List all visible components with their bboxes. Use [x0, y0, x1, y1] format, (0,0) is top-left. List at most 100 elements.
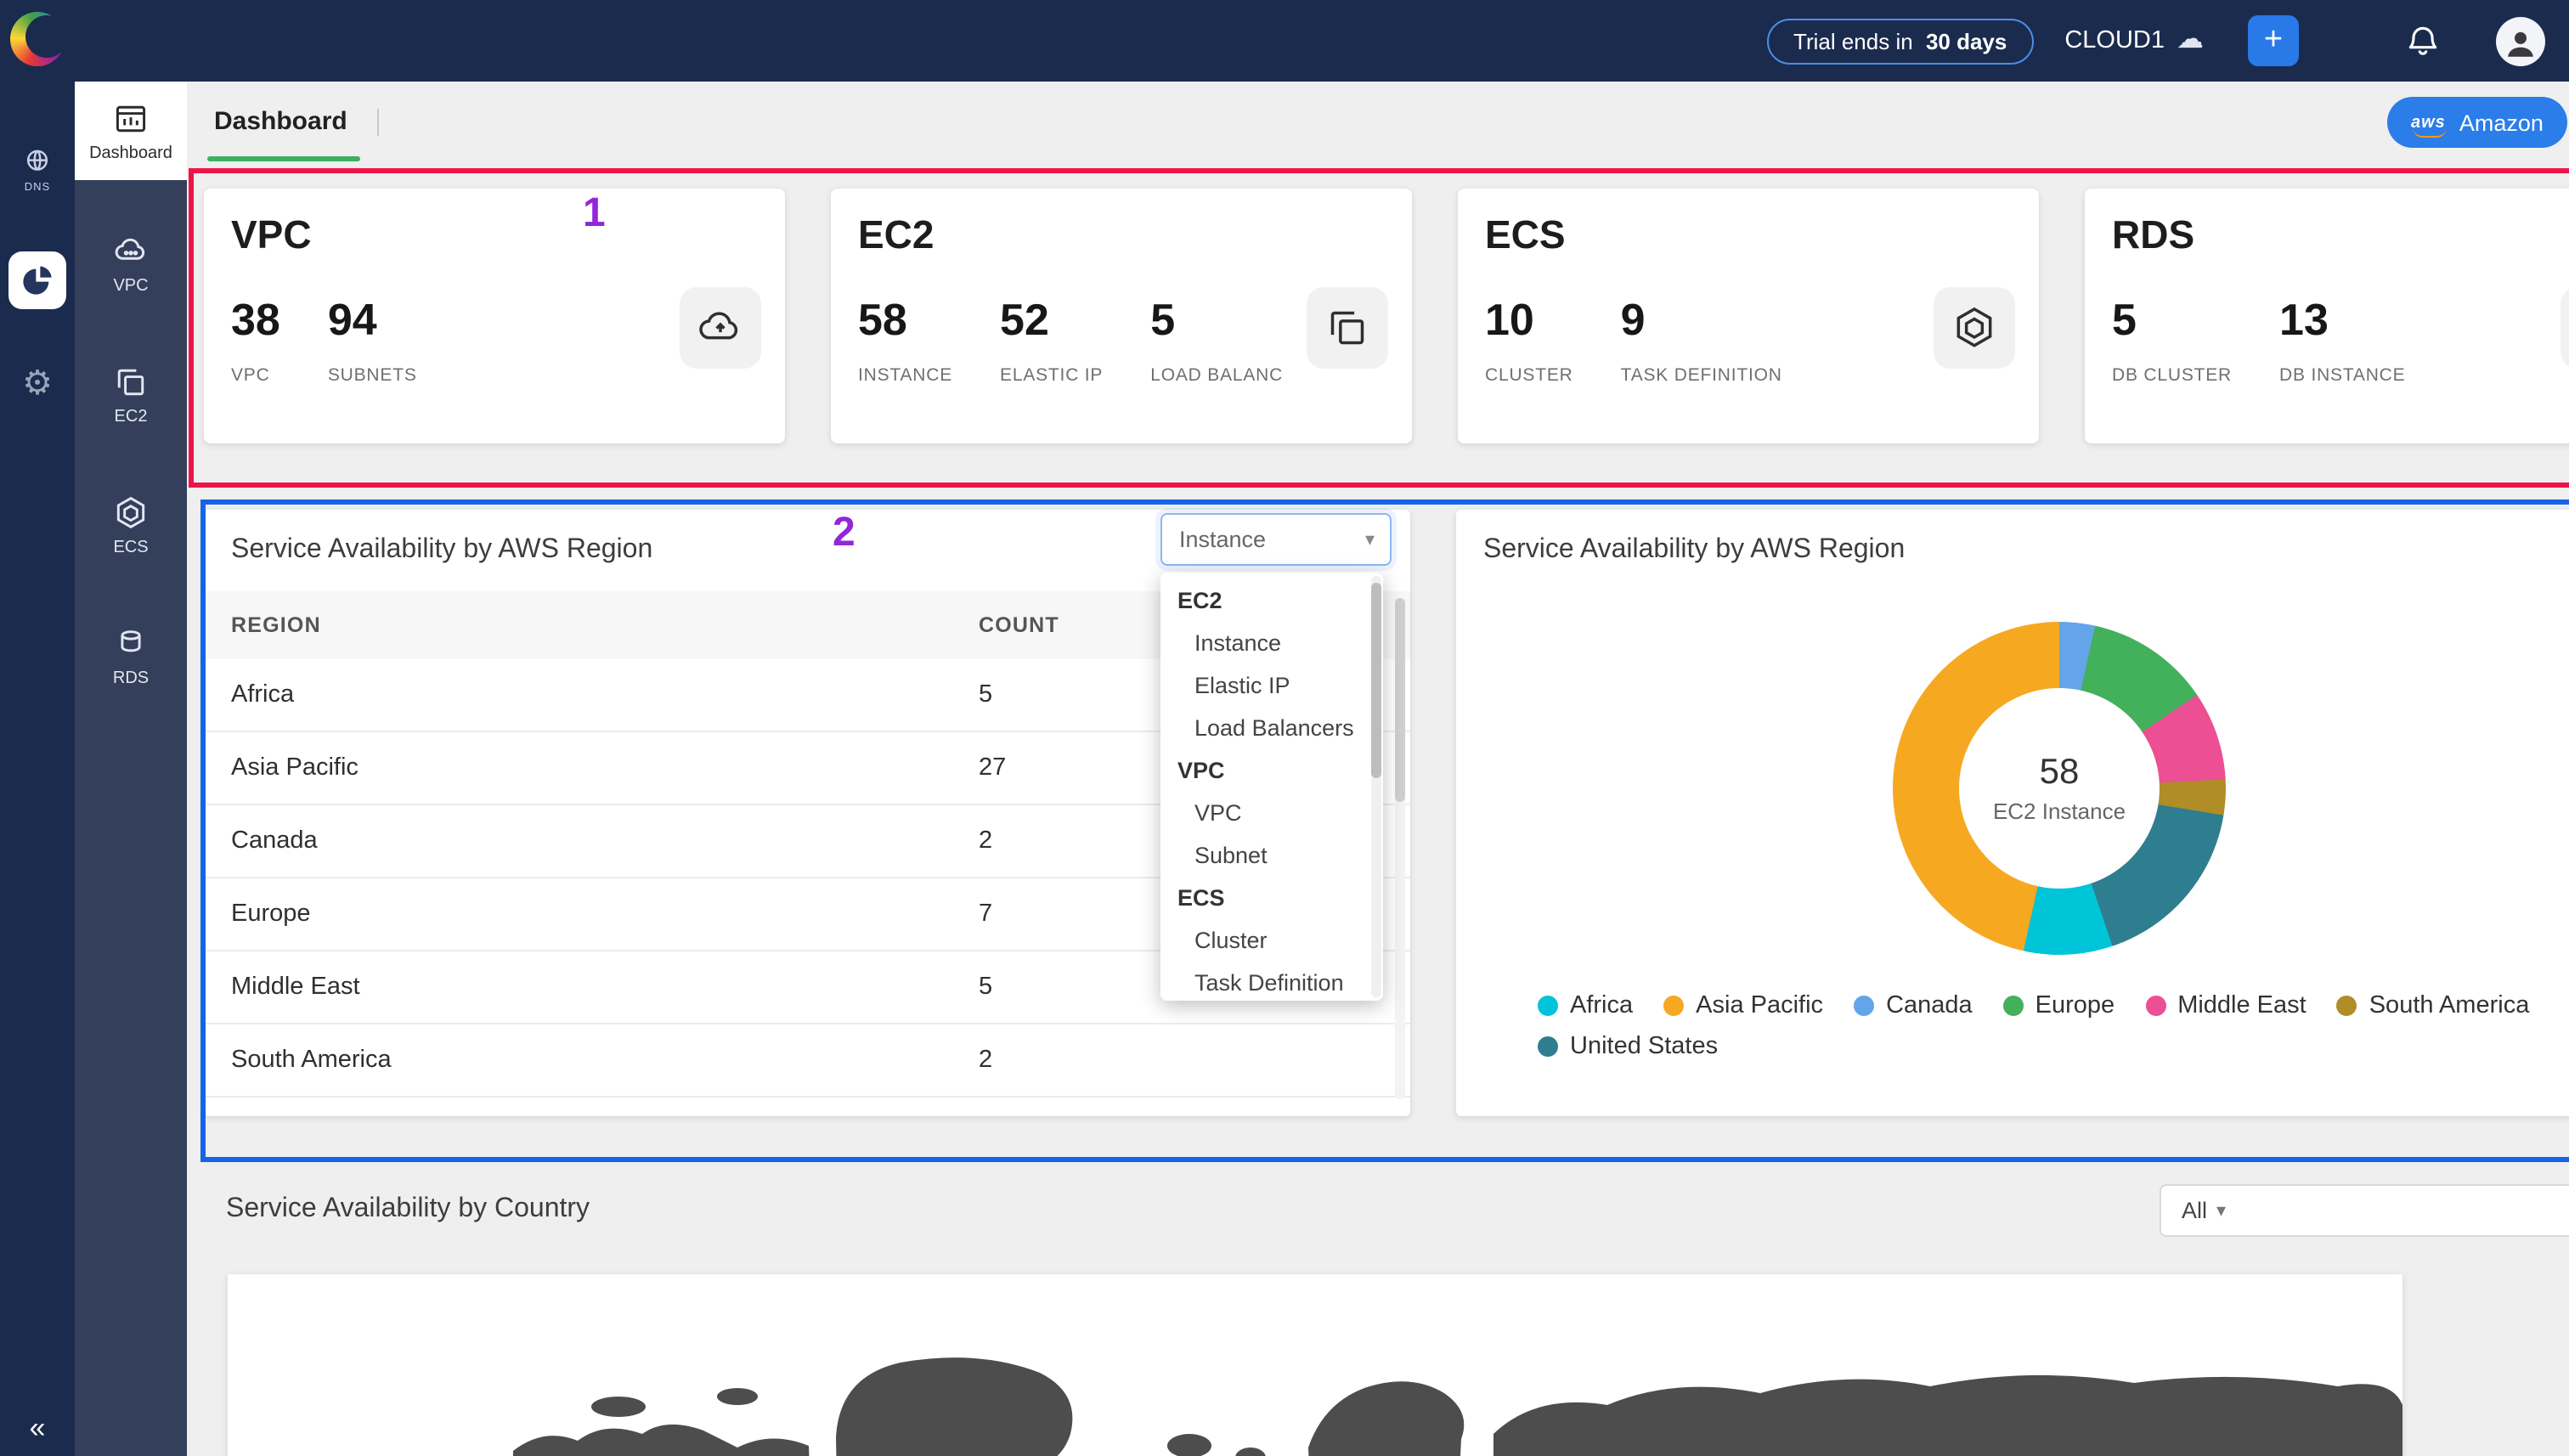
stat-card-ec2[interactable]: EC258INSTANCE52ELASTIC IP5LOAD BALANC	[831, 189, 1412, 443]
user-avatar[interactable]	[2496, 16, 2545, 65]
tab-dashboard[interactable]: Dashboard	[214, 82, 347, 163]
legend-dot	[2003, 996, 2024, 1016]
stat-value: 10	[1485, 294, 1573, 347]
legend-label: United States	[1570, 1033, 1718, 1060]
app-logo-icon[interactable]	[10, 12, 65, 66]
ecs-icon	[112, 494, 150, 532]
dropdown-group-label: EC2	[1160, 579, 1383, 622]
dns-nav-item[interactable]: DNS	[0, 146, 75, 194]
dropdown-group-label: VPC	[1160, 749, 1383, 792]
stat-card-ecs[interactable]: ECS10CLUSTER9TASK DEFINITION	[1458, 189, 2039, 443]
chip-icon	[1307, 287, 1388, 369]
dropdown-option[interactable]: VPC	[1160, 792, 1383, 834]
stat-card-vpc[interactable]: VPC38VPC94SUBNETS	[204, 189, 785, 443]
stat-value: 52	[1000, 294, 1103, 347]
service-type-select[interactable]: Instance ▾	[1160, 513, 1392, 566]
sidebar-item-dashboard[interactable]: Dashboard	[75, 82, 187, 180]
table-scrollbar-thumb[interactable]	[1395, 598, 1405, 802]
stat: 94 SUBNETS	[328, 294, 417, 386]
dropdown-option[interactable]: Subnet	[1160, 834, 1383, 877]
legend-label: Middle East	[2177, 992, 2306, 1019]
chevron-down-icon: ▾	[1365, 528, 1390, 550]
dashboard-icon	[112, 99, 150, 137]
stat-label: DB INSTANCE	[2279, 365, 2405, 386]
donut-chart: 58 EC2 Instance	[1893, 622, 2226, 955]
settings-gear-icon[interactable]: ⚙	[0, 362, 75, 403]
org-selector[interactable]: CLOUD1 ☁	[2064, 27, 2204, 54]
sidebar-item-vpc[interactable]: VPC	[75, 217, 187, 311]
service-type-value: Instance	[1162, 527, 1365, 552]
trial-days: 30 days	[1926, 28, 2007, 54]
stat: 5 DB CLUSTER	[2112, 294, 2232, 386]
legend-item: Canada	[1854, 992, 1973, 1019]
count-cell: 5	[979, 973, 992, 1001]
dropdown-group-label: ECS	[1160, 877, 1383, 919]
add-button[interactable]: +	[2248, 15, 2299, 66]
legend-dot	[2145, 996, 2165, 1016]
stat: 5 LOAD BALANC	[1150, 294, 1283, 386]
collapse-sidebar-button[interactable]: «	[0, 1412, 75, 1446]
stat-row: 58INSTANCE52ELASTIC IP5LOAD BALANC	[858, 294, 1283, 386]
provider-label: Amazon	[2459, 110, 2544, 135]
stat-cards-row: VPC38VPC94SUBNETSEC258INSTANCE52ELASTIC …	[204, 189, 2569, 443]
stat-row: 5DB CLUSTER13DB INSTANCE	[2112, 294, 2405, 386]
analytics-nav-item-active[interactable]	[8, 251, 66, 309]
donut-center-label: EC2 Instance	[1993, 799, 2126, 824]
region-cell: Europe	[204, 900, 979, 928]
sidebar-item-ec2[interactable]: EC2	[75, 348, 187, 442]
service-type-menu: EC2InstanceElastic IPLoad BalancersVPCVP…	[1160, 573, 1383, 1001]
count-cell: 5	[979, 681, 992, 708]
sidebar-item-label: RDS	[113, 669, 149, 688]
legend-label: Africa	[1570, 992, 1633, 1019]
legend-label: Europe	[2035, 992, 2115, 1019]
stat-row: 38VPC94SUBNETS	[231, 294, 417, 386]
table-row: South America2	[204, 1024, 1410, 1098]
dns-globe-icon	[20, 146, 54, 180]
sidebar-item-label: ECS	[113, 539, 148, 557]
notifications-bell-icon[interactable]	[2404, 22, 2442, 59]
stat-label: SUBNETS	[328, 365, 417, 386]
count-cell: 27	[979, 754, 1006, 782]
country-filter-select[interactable]: All ▾	[2160, 1184, 2569, 1237]
sidebar-item-ecs[interactable]: ECS	[75, 479, 187, 573]
sidebar-item-label: Dashboard	[89, 144, 172, 162]
world-map-card	[228, 1274, 2402, 1456]
country-filter-value: All	[2161, 1198, 2216, 1223]
stat-card-title: RDS	[2112, 212, 2194, 258]
count-cell: 2	[979, 1047, 992, 1074]
dropdown-option[interactable]: Instance	[1160, 622, 1383, 664]
dropdown-option[interactable]: Elastic IP	[1160, 664, 1383, 707]
app-root: Trial ends in 30 days CLOUD1 ☁ + DNS	[0, 0, 2569, 1456]
sidebar-item-label: EC2	[115, 408, 148, 426]
menu-scrollbar-thumb[interactable]	[1371, 583, 1381, 778]
stat-value: 5	[1150, 294, 1283, 347]
legend-item: Europe	[2003, 992, 2115, 1019]
stat-label: INSTANCE	[858, 365, 952, 386]
dropdown-option[interactable]: Cluster	[1160, 919, 1383, 962]
stat-value: 94	[328, 294, 417, 347]
country-section-title: Service Availability by Country	[226, 1194, 590, 1225]
table-scrollbar[interactable]	[1395, 598, 1405, 1099]
chart-legend: AfricaAsia PacificCanadaEuropeMiddle Eas…	[1538, 992, 2569, 1060]
legend-dot	[2337, 996, 2357, 1016]
org-name: CLOUD1	[2064, 27, 2165, 54]
region-cell: Africa	[204, 681, 979, 708]
stat-label: DB CLUSTER	[2112, 365, 2232, 386]
dropdown-option[interactable]: Task Definition	[1160, 962, 1383, 1001]
legend-dot	[1538, 1036, 1558, 1057]
stat-value: 5	[2112, 294, 2232, 347]
aws-logo-icon: aws	[2411, 113, 2446, 132]
dropdown-option[interactable]: Load Balancers	[1160, 707, 1383, 749]
region-cell: Canada	[204, 827, 979, 855]
menu-scrollbar[interactable]	[1371, 576, 1381, 997]
trial-button[interactable]: Trial ends in 30 days	[1766, 18, 2034, 64]
stat-label: LOAD BALANC	[1150, 365, 1283, 386]
donut-center: 58 EC2 Instance	[1959, 688, 2160, 889]
stat-label: TASK DEFINITION	[1621, 365, 1782, 386]
rds-icon	[112, 625, 150, 663]
column-header-region: REGION	[204, 613, 979, 637]
provider-amazon-button[interactable]: aws Amazon	[2387, 97, 2567, 148]
sidebar-item-rds[interactable]: RDS	[75, 610, 187, 703]
legend-item: Middle East	[2145, 992, 2306, 1019]
stat-card-rds[interactable]: RDS5DB CLUSTER13DB INSTANCE	[2085, 189, 2569, 443]
